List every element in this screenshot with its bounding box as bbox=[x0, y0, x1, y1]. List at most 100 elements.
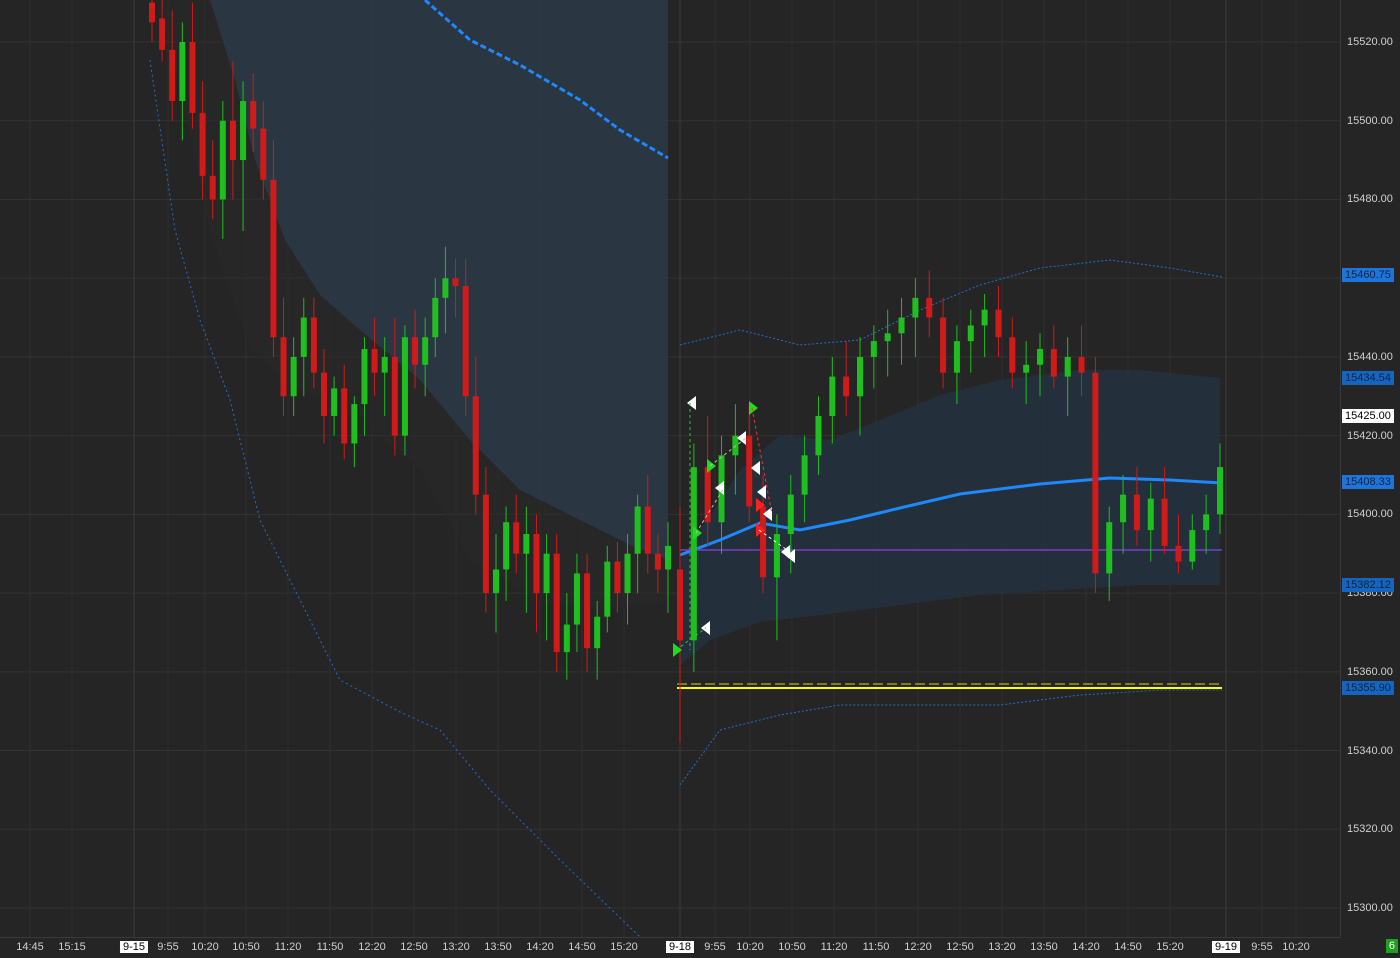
candle-body bbox=[1175, 545, 1182, 562]
price-flag: 15408.33 bbox=[1342, 474, 1394, 489]
price-flag: 15425.00 bbox=[1342, 408, 1394, 423]
candle-body bbox=[995, 309, 1002, 338]
time-label: 11:50 bbox=[316, 941, 344, 953]
candle-body bbox=[401, 337, 408, 436]
candle-body bbox=[829, 376, 836, 416]
time-label: 9:55 bbox=[704, 941, 726, 953]
candle-body bbox=[533, 534, 540, 594]
candle-body bbox=[321, 372, 327, 416]
price-chart[interactable] bbox=[0, 0, 1340, 937]
upper-band bbox=[679, 259, 1223, 346]
candle-body bbox=[926, 297, 933, 318]
price-tick-label: 15320.00 bbox=[1347, 823, 1393, 836]
price-tick-label: 15480.00 bbox=[1347, 193, 1393, 206]
candle-body bbox=[1147, 498, 1154, 531]
exit-marker[interactable] bbox=[687, 396, 696, 410]
time-label: 13:20 bbox=[988, 941, 1016, 953]
candle-body bbox=[843, 376, 850, 397]
price-tick-label: 15520.00 bbox=[1347, 36, 1393, 48]
candle-body bbox=[462, 286, 469, 397]
time-axis[interactable]: 14:45 15:15 9-15 9:55 10:20 10:50 11:20 11:50 12… bbox=[0, 937, 1340, 958]
candle-body bbox=[573, 573, 580, 625]
time-label: 13:50 bbox=[484, 941, 512, 953]
price-tick-label: 15360.00 bbox=[1347, 665, 1393, 678]
candle-body bbox=[442, 278, 449, 298]
candle-body bbox=[584, 573, 591, 649]
candle-body bbox=[940, 317, 947, 373]
connection-badge: 6 bbox=[1385, 939, 1398, 953]
candle-body bbox=[644, 506, 651, 554]
candle-body bbox=[624, 553, 631, 594]
candle-body bbox=[594, 616, 601, 649]
candle-body bbox=[189, 42, 196, 113]
candle-body bbox=[1203, 514, 1210, 531]
candle-body bbox=[169, 49, 176, 102]
time-label: 9:55 bbox=[157, 941, 179, 953]
time-label: 10:50 bbox=[778, 941, 806, 953]
time-label: 12:20 bbox=[358, 941, 386, 953]
candle-body bbox=[677, 569, 683, 641]
time-label: 15:15 bbox=[58, 941, 86, 953]
chart-area[interactable] bbox=[0, 0, 1340, 937]
price-flag: 15355.90 bbox=[1342, 680, 1394, 695]
candle-body bbox=[1009, 337, 1016, 373]
time-label: 13:20 bbox=[442, 941, 470, 953]
candle-body bbox=[260, 128, 267, 180]
time-label: 14:50 bbox=[568, 941, 596, 953]
candle-body bbox=[857, 356, 863, 397]
time-label: 13:50 bbox=[1030, 941, 1058, 953]
time-label: 10:20 bbox=[1282, 941, 1310, 953]
axis-corner: 6 bbox=[1340, 937, 1400, 957]
candle-body bbox=[665, 545, 671, 570]
candle-body bbox=[553, 553, 560, 653]
candle-body bbox=[773, 534, 780, 578]
lower-band bbox=[679, 689, 1222, 786]
time-label: 12:50 bbox=[400, 941, 428, 953]
candle-body bbox=[543, 553, 550, 594]
candle-body bbox=[310, 317, 317, 373]
price-axis[interactable]: 15520.0015500.0015480.0015460.0015440.00… bbox=[1340, 0, 1400, 937]
candle-body bbox=[219, 120, 226, 200]
candle-body bbox=[801, 455, 808, 495]
candle-body bbox=[1217, 467, 1223, 515]
candle-body bbox=[1037, 349, 1043, 365]
candle-body bbox=[381, 356, 388, 373]
candle-body bbox=[159, 18, 166, 50]
candle-body bbox=[472, 396, 479, 495]
candle-body bbox=[760, 506, 767, 578]
candle-body bbox=[503, 522, 510, 570]
candle-body bbox=[732, 435, 739, 456]
candle-body bbox=[482, 494, 489, 594]
price-tick-label: 15420.00 bbox=[1347, 429, 1393, 442]
candle-body bbox=[787, 494, 794, 535]
candle-body bbox=[300, 317, 307, 357]
candle-body bbox=[563, 624, 570, 653]
candle-body bbox=[690, 467, 697, 641]
candle-body bbox=[270, 179, 277, 338]
candle-body bbox=[604, 561, 611, 617]
candle-body bbox=[361, 349, 368, 405]
candle-body bbox=[179, 42, 186, 102]
candle-body bbox=[371, 349, 378, 373]
time-label: 14:20 bbox=[1072, 941, 1100, 953]
candle-body bbox=[953, 341, 960, 373]
candle-body bbox=[1078, 356, 1085, 373]
candle-body bbox=[981, 309, 988, 326]
candle-body bbox=[351, 404, 358, 444]
candle-body bbox=[331, 388, 338, 416]
time-label: 12:50 bbox=[946, 941, 974, 953]
time-label: 11:20 bbox=[274, 941, 302, 953]
candle-body bbox=[432, 297, 439, 338]
candle-body bbox=[452, 278, 459, 287]
candle-body bbox=[229, 120, 236, 161]
time-label: 10:20 bbox=[191, 941, 219, 953]
time-label: 11:20 bbox=[820, 941, 848, 953]
candle-body bbox=[870, 341, 877, 357]
price-flag: 15460.75 bbox=[1342, 268, 1394, 283]
candle-body bbox=[1092, 372, 1099, 574]
entry-marker[interactable] bbox=[749, 401, 758, 415]
price-tick-label: 15500.00 bbox=[1347, 114, 1393, 127]
candle-body bbox=[746, 435, 753, 507]
time-label: 14:50 bbox=[1114, 941, 1142, 953]
price-tick-label: 15300.00 bbox=[1347, 902, 1393, 914]
